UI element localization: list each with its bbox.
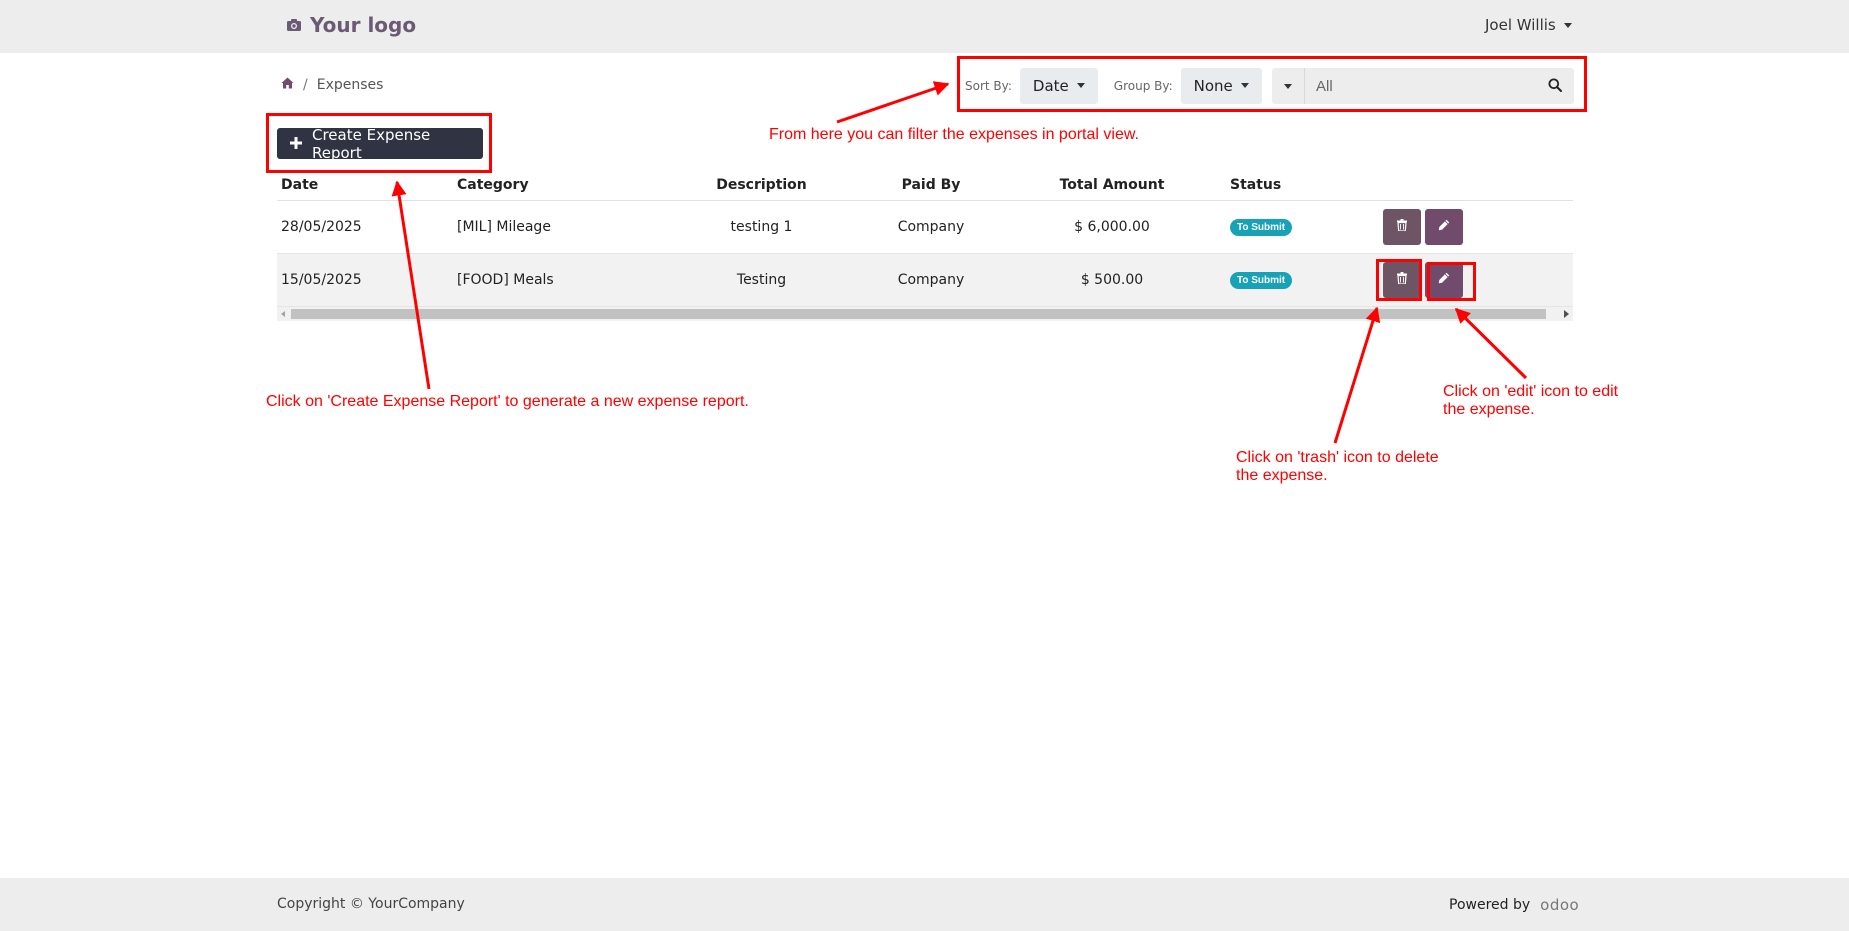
annotation-trash-note: Click on 'trash' icon to delete the expe… [1236,449,1439,485]
odoo-logo[interactable]: odoo [1540,896,1579,914]
cell-actions [1376,200,1573,254]
camera-icon [286,18,302,32]
annotation-arrow-filter [836,81,950,124]
powered-by-label: Powered by [1449,897,1531,913]
cell-paid-by: Company [864,253,998,307]
column-header-date[interactable]: Date [277,170,453,201]
annotation-create-note: Click on 'Create Expense Report' to gene… [266,393,749,410]
cell-status: To Submit [1226,200,1376,254]
annotation-edit-line-1: Click on 'edit' icon to edit [1443,383,1619,400]
breadcrumb-current: Expenses [316,77,384,93]
breadcrumb-separator: / [303,77,308,93]
copyright-text: Copyright © YourCompany [277,896,465,912]
annotation-trash-line-1: Click on 'trash' icon to delete [1236,449,1439,466]
scroll-left-arrow-icon[interactable] [281,311,285,317]
scrollbar-thumb[interactable] [291,309,1546,319]
status-badge: To Submit [1230,271,1293,289]
logo-text: Your logo [310,13,417,37]
cell-date: 15/05/2025 [277,253,453,307]
annotation-edit-note: Click on 'edit' icon to edit the expense… [1443,383,1618,419]
column-header-status[interactable]: Status [1226,170,1376,201]
company-logo[interactable]: Your logo [286,13,416,37]
annotation-box-trash [1376,259,1422,301]
cell-description: Testing [659,253,864,307]
cell-total-amount: $ 500.00 [998,253,1226,307]
annotation-box-create [266,113,492,173]
cell-paid-by: Company [864,200,998,254]
breadcrumb: / Expenses [281,77,383,93]
pencil-icon [1438,219,1450,235]
cell-category: [MIL] Mileage [453,200,659,254]
table-header-row: Date Category Description Paid By Total … [277,170,1573,201]
annotation-box-filter [957,56,1587,112]
annotation-filter-note: From here you can filter the expenses in… [769,126,1139,143]
column-header-description[interactable]: Description [659,170,864,201]
column-header-actions [1376,170,1573,201]
user-name: Joel Willis [1485,16,1556,34]
annotation-arrow-trash [1333,306,1381,444]
footer: Copyright © YourCompany Powered by odoo [0,878,1849,931]
cell-status: To Submit [1226,253,1376,307]
annotation-edit-line-2: the expense. [1443,401,1535,418]
home-icon[interactable] [281,77,294,93]
trash-icon [1397,218,1407,235]
annotation-trash-line-2: the expense. [1236,467,1328,484]
annotation-box-edit [1427,262,1476,301]
status-badge: To Submit [1230,218,1293,236]
column-header-paid-by[interactable]: Paid By [864,170,998,201]
scroll-right-arrow-icon[interactable] [1564,310,1569,318]
delete-button[interactable] [1383,208,1421,245]
cell-category: [FOOD] Meals [453,253,659,307]
column-header-total-amount[interactable]: Total Amount [998,170,1226,201]
chevron-down-icon [1563,22,1572,28]
horizontal-scrollbar[interactable] [277,307,1573,321]
column-header-category[interactable]: Category [453,170,659,201]
cell-date: 28/05/2025 [277,200,453,254]
edit-button[interactable] [1425,208,1463,245]
cell-total-amount: $ 6,000.00 [998,200,1226,254]
top-navbar: Your logo Joel Willis [0,0,1849,53]
cell-description: testing 1 [659,200,864,254]
table-row[interactable]: 28/05/2025 [MIL] Mileage testing 1 Compa… [277,200,1573,254]
user-menu[interactable]: Joel Willis [1485,16,1572,34]
powered-by: Powered by odoo [1449,896,1579,914]
